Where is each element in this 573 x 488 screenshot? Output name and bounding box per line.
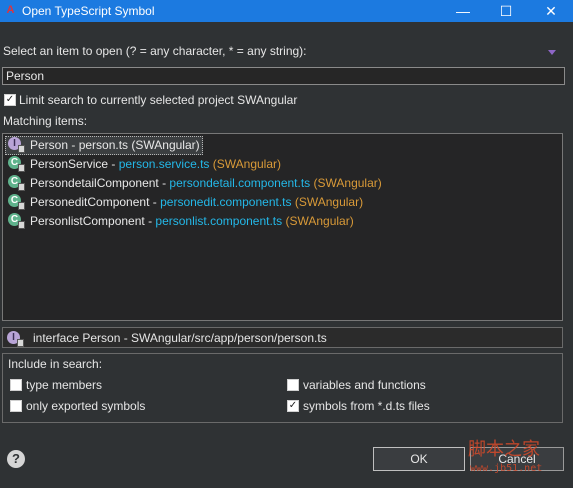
- selected-symbol-details: I interface Person - SWAngular/src/app/p…: [2, 327, 563, 348]
- file-badge-icon: [18, 202, 25, 210]
- include-in-search-group: Include in search: type members only exp…: [2, 353, 563, 423]
- list-item[interactable]: C PersonService - person.service.ts (SWA…: [3, 155, 562, 173]
- symbol-separator: -: [149, 195, 161, 209]
- view-menu-icon[interactable]: [548, 50, 556, 55]
- include-in-search-title: Include in search:: [8, 357, 103, 371]
- symbol-project: (SWAngular): [209, 157, 281, 171]
- symbol-name: PersonService: [30, 157, 109, 171]
- ok-button[interactable]: OK: [373, 447, 465, 471]
- symbol-file: person.service.ts: [118, 157, 210, 171]
- file-badge-icon: [18, 164, 25, 172]
- window-title: Open TypeScript Symbol: [22, 4, 155, 18]
- list-item[interactable]: C PersondetailComponent - persondetail.c…: [3, 174, 562, 192]
- list-item[interactable]: C PersoneditComponent - personedit.compo…: [3, 193, 562, 211]
- symbol-file: personlist.component.ts: [155, 214, 283, 228]
- symbol-project: (SWAngular): [282, 214, 354, 228]
- matching-items-label: Matching items:: [3, 114, 88, 128]
- symbol-name: Person: [30, 138, 69, 152]
- variables-functions-label: variables and functions: [303, 378, 426, 392]
- search-input[interactable]: [2, 67, 565, 85]
- minimize-button[interactable]: —: [443, 0, 483, 22]
- file-badge-icon: [18, 221, 25, 229]
- title-bar: A Open TypeScript Symbol — ☐ ✕: [0, 0, 573, 22]
- type-members-label: type members: [26, 378, 103, 392]
- symbol-details-text: interface Person - SWAngular/src/app/per…: [33, 331, 327, 345]
- file-badge-icon: [18, 145, 25, 153]
- limit-search-label: Limit search to currently selected proje…: [19, 93, 298, 107]
- type-members-checkbox[interactable]: [10, 379, 22, 391]
- symbol-project: (SWAngular): [310, 176, 382, 190]
- symbol-file: personedit.component.ts: [160, 195, 292, 209]
- symbol-separator: -: [108, 157, 119, 171]
- variables-functions-checkbox[interactable]: [287, 379, 299, 391]
- help-icon[interactable]: ?: [7, 450, 25, 468]
- dts-symbols-label: symbols from *.d.ts files: [303, 399, 430, 413]
- symbol-file: persondetail.component.ts: [169, 176, 311, 190]
- symbol-name: PersoneditComponent: [30, 195, 150, 209]
- symbol-name: PersonlistComponent: [30, 214, 145, 228]
- file-badge-icon: [17, 339, 24, 347]
- symbol-hint: - person.ts (SWAngular): [68, 138, 200, 152]
- file-badge-icon: [18, 183, 25, 191]
- maximize-button[interactable]: ☐: [486, 0, 526, 22]
- symbol-project: (SWAngular): [291, 195, 364, 209]
- angular-icon: A: [6, 4, 15, 16]
- watermark-url: www.jb51.net: [470, 463, 543, 474]
- symbol-separator: -: [144, 214, 156, 228]
- only-exported-checkbox[interactable]: [10, 400, 22, 412]
- close-button[interactable]: ✕: [531, 0, 571, 22]
- only-exported-label: only exported symbols: [26, 399, 146, 413]
- matching-items-list[interactable]: I Person - person.ts (SWAngular) C Perso…: [2, 133, 563, 321]
- watermark-logo: 脚本之家: [468, 439, 540, 460]
- symbol-separator: -: [158, 176, 170, 190]
- dialog-content: Select an item to open (? = any characte…: [0, 22, 573, 488]
- select-item-label: Select an item to open (? = any characte…: [3, 44, 307, 58]
- list-item[interactable]: I Person - person.ts (SWAngular): [3, 136, 562, 155]
- dts-symbols-checkbox[interactable]: ✓: [287, 400, 299, 412]
- limit-search-checkbox[interactable]: ✓: [4, 94, 16, 106]
- symbol-name: PersondetailComponent: [30, 176, 159, 190]
- list-item[interactable]: C PersonlistComponent - personlist.compo…: [3, 212, 562, 230]
